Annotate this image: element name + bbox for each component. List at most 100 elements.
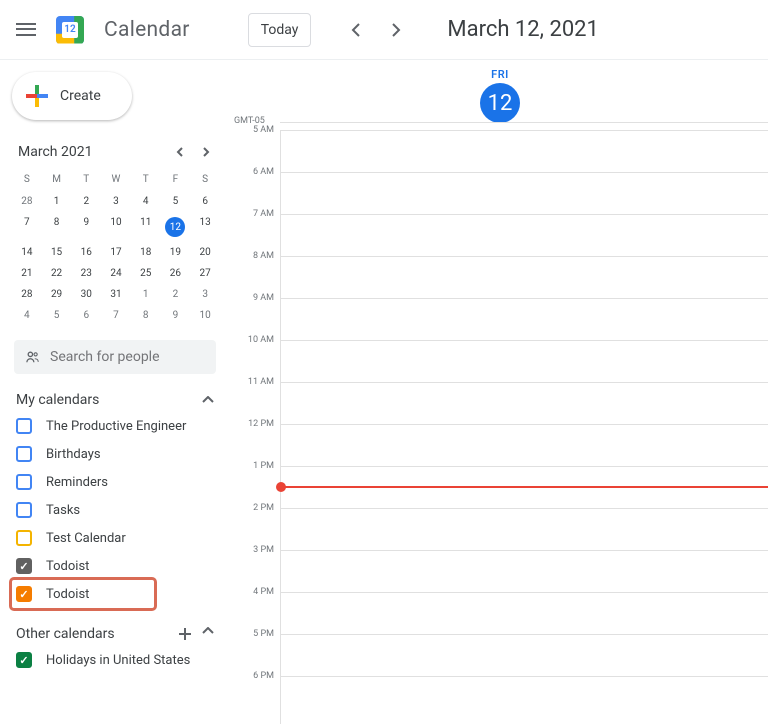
my-calendars-list: The Productive Engineer Birthdays Reminder… (12, 412, 224, 608)
other-calendars-title: Other calendars (16, 626, 115, 642)
create-button[interactable]: Create (12, 72, 132, 120)
mini-day-cell[interactable]: 10 (190, 305, 220, 326)
calendar-item[interactable]: Todoist (12, 552, 224, 580)
my-calendars-header[interactable]: My calendars (16, 392, 214, 408)
hour-divider (281, 550, 768, 551)
calendar-checkbox[interactable] (16, 558, 32, 574)
calendar-item[interactable]: Test Calendar (12, 524, 224, 552)
mini-day-cell[interactable]: 27 (190, 263, 220, 284)
app-header: 12 Calendar Today March 12, 2021 (0, 0, 768, 60)
mini-day-cell[interactable]: 19 (161, 242, 191, 263)
mini-day-cell[interactable]: 6 (71, 305, 101, 326)
day-grid[interactable]: 5 AM6 AM7 AM8 AM9 AM10 AM11 AM12 PM1 PM2… (232, 130, 768, 724)
date-nav (341, 15, 411, 45)
plus-icon (26, 85, 48, 107)
calendar-item[interactable]: Birthdays (12, 440, 224, 468)
prev-day-button[interactable] (341, 15, 371, 45)
mini-day-cell[interactable]: 13 (190, 212, 220, 242)
mini-day-cell[interactable]: 15 (42, 242, 72, 263)
mini-day-cell[interactable]: 5 (42, 305, 72, 326)
mini-day-cell[interactable]: 4 (131, 191, 161, 212)
mini-day-cell[interactable]: 1 (42, 191, 72, 212)
calendar-item[interactable]: Holidays in United States (12, 646, 224, 674)
calendar-item[interactable]: Reminders (12, 468, 224, 496)
today-button[interactable]: Today (248, 13, 312, 47)
mini-day-cell[interactable]: 6 (190, 191, 220, 212)
mini-day-cell[interactable]: 5 (161, 191, 191, 212)
mini-prev-button[interactable] (172, 145, 188, 159)
mini-day-cell[interactable]: 3 (101, 191, 131, 212)
calendar-item[interactable]: Tasks (12, 496, 224, 524)
hour-label: 7 AM (232, 209, 280, 251)
calendar-checkbox[interactable] (16, 530, 32, 546)
calendar-checkbox[interactable] (16, 474, 32, 490)
chevron-up-icon[interactable] (202, 627, 214, 641)
mini-day-cell[interactable]: 22 (42, 263, 72, 284)
calendar-label: Reminders (46, 475, 108, 490)
mini-day-cell[interactable]: 11 (131, 212, 161, 242)
hour-label: 5 AM (232, 125, 280, 167)
calendar-label: Todoist (46, 559, 89, 574)
current-date-title: March 12, 2021 (447, 17, 599, 42)
day-number[interactable]: 12 (480, 83, 520, 123)
mini-day-cell[interactable]: 20 (190, 242, 220, 263)
calendar-checkbox[interactable] (16, 652, 32, 668)
mini-day-cell[interactable]: 23 (71, 263, 101, 284)
add-calendar-icon[interactable] (178, 627, 192, 641)
mini-dow: T (71, 168, 101, 191)
mini-day-cell[interactable]: 30 (71, 284, 101, 305)
mini-day-cell[interactable]: 21 (12, 263, 42, 284)
mini-day-cell[interactable]: 9 (71, 212, 101, 242)
hour-label: 3 PM (232, 545, 280, 587)
hour-divider (281, 172, 768, 173)
calendar-item[interactable]: Todoist (12, 580, 154, 608)
hour-divider (281, 634, 768, 635)
allday-divider (280, 122, 768, 123)
calendar-checkbox[interactable] (16, 446, 32, 462)
mini-day-cell[interactable]: 16 (71, 242, 101, 263)
mini-day-cell[interactable]: 8 (131, 305, 161, 326)
mini-dow: S (12, 168, 42, 191)
mini-day-cell[interactable]: 1 (131, 284, 161, 305)
mini-day-cell[interactable]: 8 (42, 212, 72, 242)
mini-day-cell[interactable]: 4 (12, 305, 42, 326)
calendar-label: Todoist (46, 587, 89, 602)
calendar-checkbox[interactable] (16, 418, 32, 434)
mini-day-cell[interactable]: 10 (101, 212, 131, 242)
now-dot (276, 482, 286, 492)
mini-day-cell[interactable]: 26 (161, 263, 191, 284)
mini-day-cell[interactable]: 3 (190, 284, 220, 305)
mini-day-cell[interactable]: 18 (131, 242, 161, 263)
mini-day-cell[interactable]: 24 (101, 263, 131, 284)
search-placeholder: Search for people (50, 349, 160, 365)
event-column[interactable] (280, 130, 768, 724)
mini-next-button[interactable] (198, 145, 214, 159)
mini-day-cell[interactable]: 17 (101, 242, 131, 263)
next-day-button[interactable] (381, 15, 411, 45)
mini-day-cell[interactable]: 29 (42, 284, 72, 305)
calendar-item[interactable]: The Productive Engineer (12, 412, 224, 440)
day-view: FRI 12 GMT-05 5 AM6 AM7 AM8 AM9 AM10 AM1… (232, 60, 768, 724)
mini-day-cell[interactable]: 31 (101, 284, 131, 305)
mini-day-cell[interactable]: 14 (12, 242, 42, 263)
mini-day-cell[interactable]: 9 (161, 305, 191, 326)
calendar-checkbox[interactable] (16, 586, 32, 602)
mini-day-cell[interactable]: 25 (131, 263, 161, 284)
other-calendars-header[interactable]: Other calendars (16, 626, 214, 642)
mini-day-cell[interactable]: 12 (161, 212, 191, 242)
search-people-input[interactable]: Search for people (14, 340, 216, 374)
mini-day-cell[interactable]: 7 (12, 212, 42, 242)
mini-day-cell[interactable]: 28 (12, 284, 42, 305)
calendar-label: The Productive Engineer (46, 419, 186, 434)
mini-day-cell[interactable]: 2 (71, 191, 101, 212)
mini-dow: M (42, 168, 72, 191)
mini-day-cell[interactable]: 28 (12, 191, 42, 212)
mini-day-cell[interactable]: 7 (101, 305, 131, 326)
hour-divider (281, 340, 768, 341)
calendar-checkbox[interactable] (16, 502, 32, 518)
calendar-label: Birthdays (46, 447, 101, 462)
chevron-up-icon[interactable] (202, 396, 214, 404)
menu-icon[interactable] (16, 20, 36, 40)
day-header: FRI 12 (232, 60, 768, 123)
mini-day-cell[interactable]: 2 (161, 284, 191, 305)
